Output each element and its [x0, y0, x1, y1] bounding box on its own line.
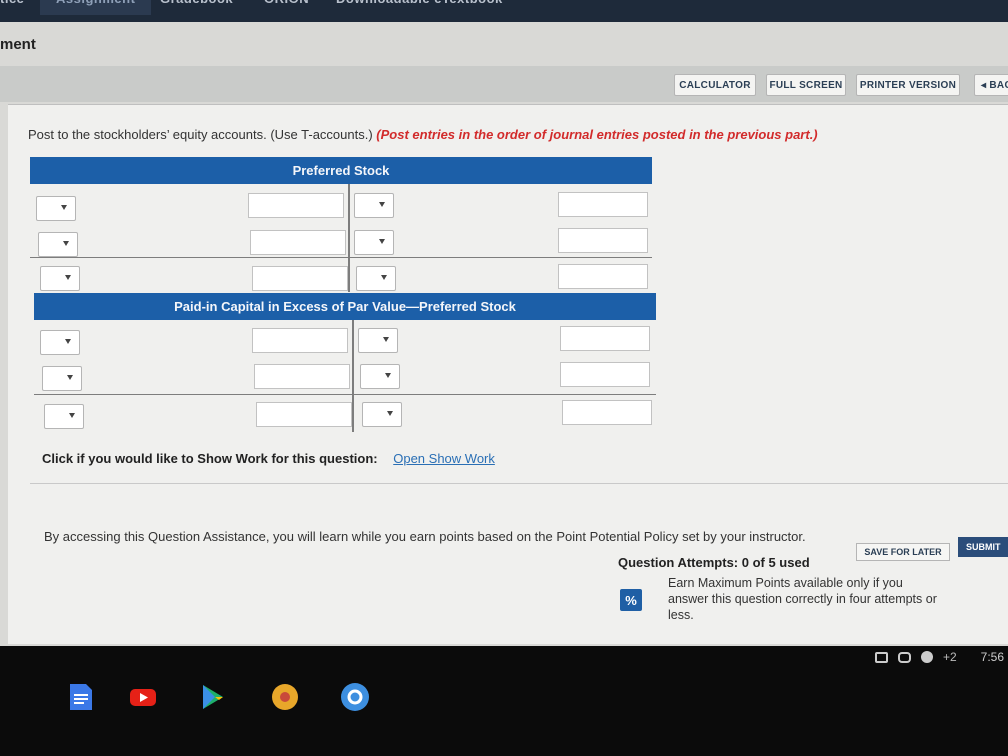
- debit-balance-select[interactable]: [44, 404, 84, 429]
- clock[interactable]: 7:56: [981, 650, 1004, 664]
- debit-balance-input[interactable]: [252, 266, 348, 291]
- debit-balance-input[interactable]: [256, 402, 352, 427]
- show-work-prompt: Click if you would like to Show Work for…: [42, 451, 378, 466]
- status-icon[interactable]: [920, 651, 933, 663]
- instagram-icon[interactable]: [897, 651, 911, 663]
- submit-button[interactable]: SUBMIT: [958, 537, 1008, 557]
- taccount-divider: [352, 320, 354, 432]
- credit-account-select[interactable]: [360, 364, 400, 389]
- tray-extra-count[interactable]: +2: [943, 650, 957, 664]
- back-button[interactable]: ◂ BAC: [974, 74, 1008, 96]
- question-toolbar: CALCULATOR FULL SCREEN PRINTER VERSION ◂…: [0, 66, 1008, 102]
- docs-icon[interactable]: [66, 682, 96, 712]
- credit-account-select[interactable]: [354, 230, 394, 255]
- credit-amount-input[interactable]: [558, 192, 648, 217]
- system-tray: +2 7:56: [874, 646, 1008, 668]
- debit-account-select[interactable]: [42, 366, 82, 391]
- percent-badge-icon: %: [620, 589, 642, 611]
- section-divider: [30, 483, 1008, 484]
- tab-assignment[interactable]: Assignment: [40, 0, 152, 15]
- assistance-policy-text: By accessing this Question Assistance, y…: [44, 529, 806, 544]
- open-show-work-link[interactable]: Open Show Work: [393, 451, 495, 466]
- credit-balance-input[interactable]: [562, 400, 652, 425]
- instruction-text: Post to the stockholders’ equity account…: [28, 127, 373, 142]
- chevron-down-icon: [65, 339, 71, 344]
- tab-practice[interactable]: tice: [0, 0, 24, 15]
- credit-account-select[interactable]: [358, 328, 398, 353]
- credit-account-select[interactable]: [354, 193, 394, 218]
- debit-amount-input[interactable]: [250, 230, 346, 255]
- debit-account-select[interactable]: [36, 196, 76, 221]
- settings-icon[interactable]: [340, 682, 370, 712]
- chevron-down-icon: [67, 375, 73, 380]
- full-screen-button[interactable]: FULL SCREEN: [766, 74, 846, 96]
- credit-amount-input[interactable]: [558, 228, 648, 253]
- question-instruction: Post to the stockholders’ equity account…: [28, 127, 818, 142]
- debit-account-select[interactable]: [40, 330, 80, 355]
- taccount-preferred-stock: Preferred Stock: [30, 157, 652, 292]
- debit-account-select[interactable]: [38, 232, 78, 257]
- printer-version-button[interactable]: PRINTER VERSION: [856, 74, 960, 96]
- credit-balance-select[interactable]: [356, 266, 396, 291]
- chevron-down-icon: [61, 205, 67, 210]
- save-for-later-button[interactable]: SAVE FOR LATER: [856, 543, 950, 561]
- taccount-title: Paid-in Capital in Excess of Par Value—P…: [34, 293, 656, 320]
- chevron-down-icon: [379, 202, 385, 207]
- debit-amount-input[interactable]: [254, 364, 350, 389]
- youtube-icon[interactable]: [128, 682, 158, 712]
- chevron-down-icon: [383, 337, 389, 342]
- taccount-divider: [348, 184, 350, 292]
- chevron-down-icon: [387, 411, 393, 416]
- calculator-button[interactable]: CALCULATOR: [674, 74, 756, 96]
- debit-amount-input[interactable]: [248, 193, 344, 218]
- debit-amount-input[interactable]: [252, 328, 348, 353]
- earn-max-points-text: Earn Maximum Points available only if yo…: [668, 576, 937, 622]
- page-title: ment: [0, 36, 36, 53]
- tab-gradebook[interactable]: Gradebook: [160, 0, 233, 15]
- chevron-down-icon: [385, 373, 391, 378]
- question-attempts: Question Attempts: 0 of 5 used: [618, 555, 810, 570]
- debit-balance-select[interactable]: [40, 266, 80, 291]
- taccount-paid-in-capital-preferred: Paid-in Capital in Excess of Par Value—P…: [34, 293, 656, 432]
- chevron-down-icon: [381, 275, 387, 280]
- show-work-row: Click if you would like to Show Work for…: [42, 451, 495, 466]
- credit-balance-input[interactable]: [558, 264, 648, 289]
- chevron-down-icon: [379, 239, 385, 244]
- taccount-total-line: [34, 394, 656, 395]
- taccount-title: Preferred Stock: [30, 157, 652, 184]
- chevron-down-icon: [69, 413, 75, 418]
- question-panel: Post to the stockholders’ equity account…: [8, 104, 1008, 644]
- chevron-down-icon: [65, 275, 71, 280]
- taccount-total-line: [30, 257, 652, 258]
- credit-amount-input[interactable]: [560, 326, 650, 351]
- credit-amount-input[interactable]: [560, 362, 650, 387]
- instruction-note: (Post entries in the order of journal en…: [376, 127, 818, 142]
- credit-balance-select[interactable]: [362, 402, 402, 427]
- course-tab-bar: tice Assignment Gradebook ORION Download…: [0, 0, 1008, 22]
- tab-etextbook[interactable]: Downloadable eTextbook: [336, 0, 503, 15]
- tab-orion[interactable]: ORION: [264, 0, 309, 15]
- chevron-down-icon: [63, 241, 69, 246]
- play-store-icon[interactable]: [198, 682, 228, 712]
- chrome-icon[interactable]: [270, 682, 300, 712]
- notification-icon[interactable]: [874, 651, 888, 663]
